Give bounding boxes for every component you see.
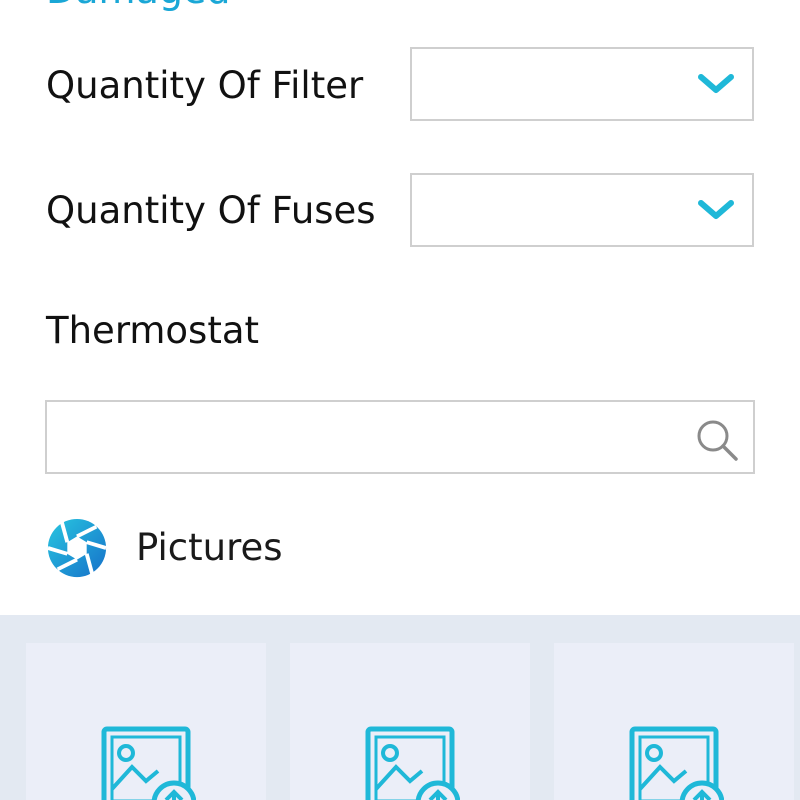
image-upload-icon <box>101 726 196 800</box>
pictures-gallery <box>0 615 800 800</box>
upload-tile[interactable] <box>26 643 266 800</box>
quantity-of-filter-label: Quantity Of Filter <box>46 64 364 107</box>
thermostat-label: Thermostat <box>46 309 260 352</box>
upload-tile[interactable] <box>290 643 530 800</box>
pictures-title: Pictures <box>136 526 283 569</box>
form-page: Damaged Quantity Of Filter Quantity Of F… <box>0 0 800 800</box>
image-upload-icon <box>629 726 724 800</box>
camera-shutter-icon <box>47 518 107 578</box>
search-icon[interactable] <box>695 418 739 462</box>
chevron-down-icon <box>698 200 734 219</box>
image-upload-icon <box>365 726 460 800</box>
upload-tile[interactable] <box>554 643 794 800</box>
pictures-header: Pictures <box>46 516 283 580</box>
chevron-down-icon <box>698 74 734 93</box>
section-heading: Damaged <box>46 0 230 10</box>
quantity-of-fuses-select[interactable] <box>410 173 754 247</box>
thermostat-search-input[interactable] <box>45 400 755 474</box>
quantity-of-fuses-label: Quantity Of Fuses <box>46 189 376 232</box>
quantity-of-filter-select[interactable] <box>410 47 754 121</box>
